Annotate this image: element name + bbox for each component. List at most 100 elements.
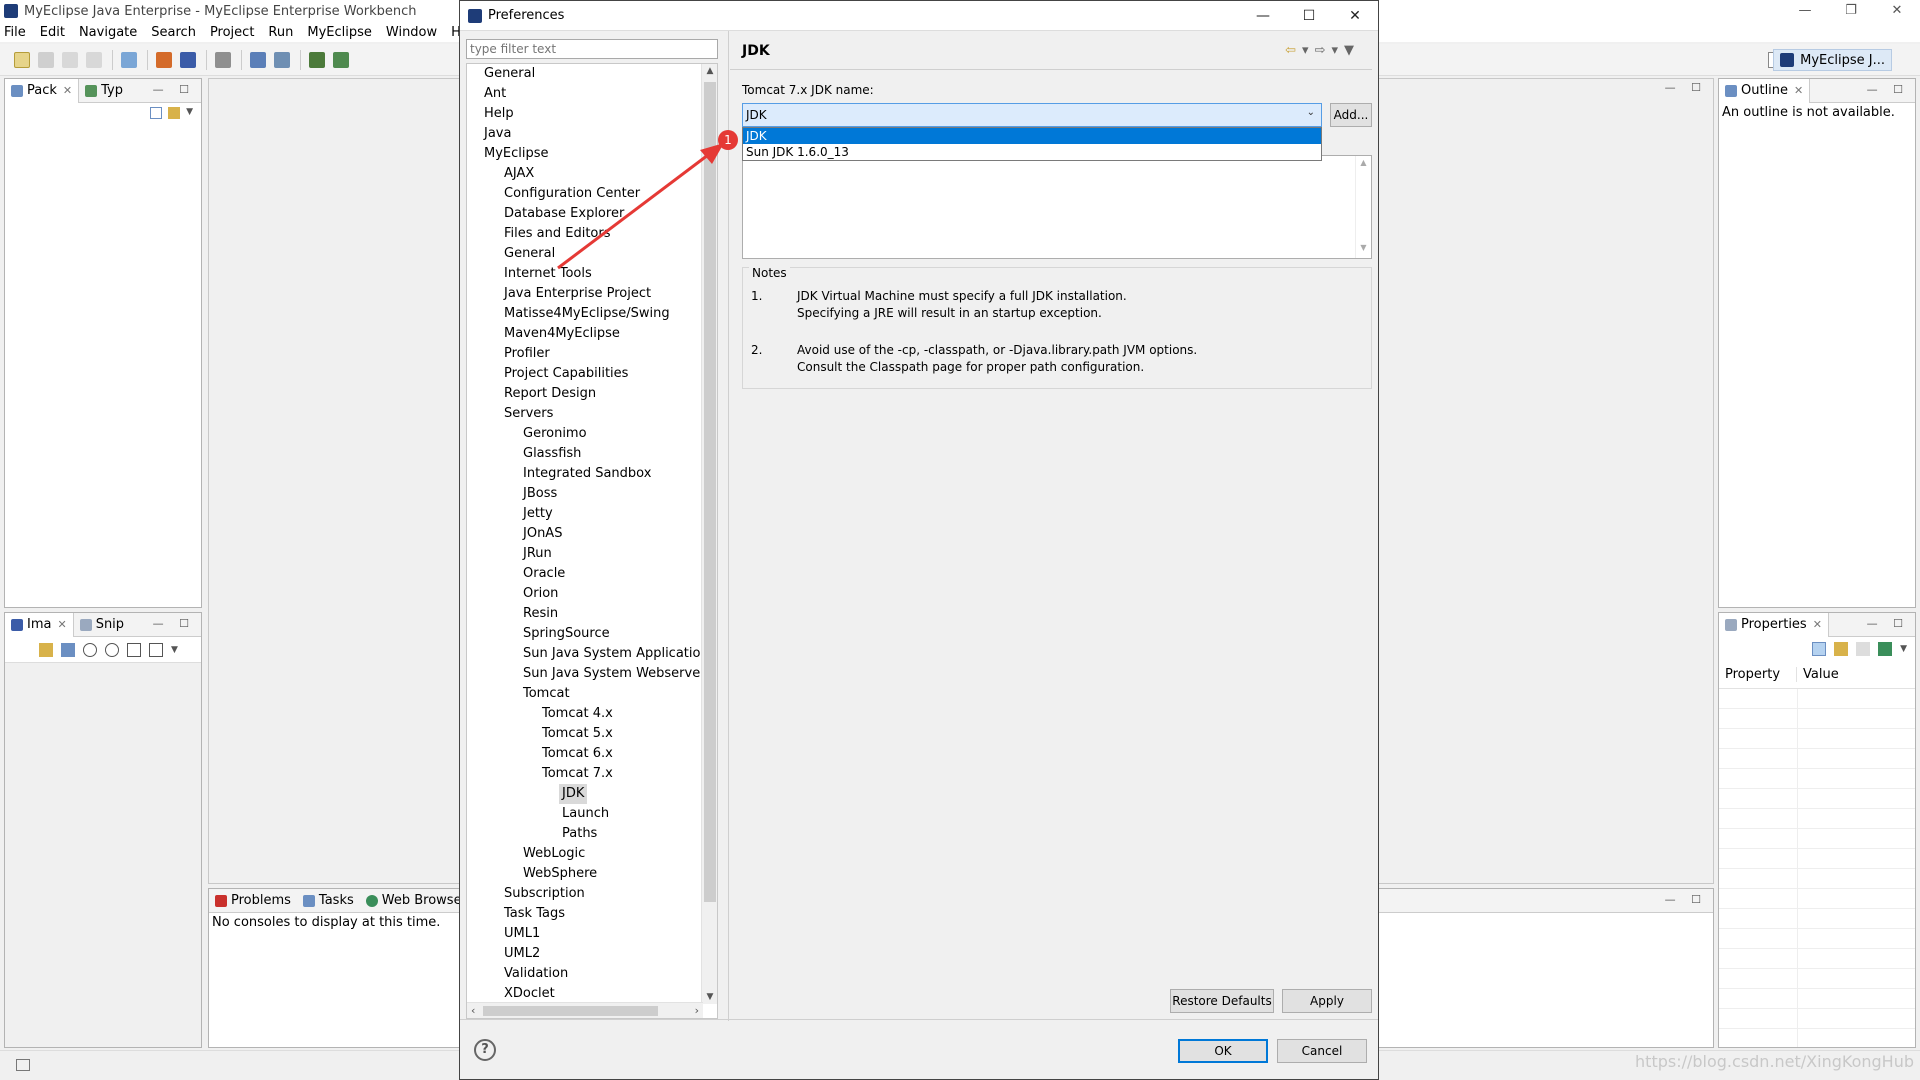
scroll-down-icon[interactable]: ▼ [702,992,717,1002]
tree-item[interactable]: Tomcat [520,684,573,704]
view-menu-icon[interactable]: ▼ [171,645,178,655]
back-arrow-icon[interactable]: ⇦ [1285,43,1302,58]
tree-item[interactable]: Tomcat 7.x [539,764,616,784]
cancel-button[interactable]: Cancel [1277,1039,1367,1063]
collapse-all-icon[interactable] [150,107,163,119]
close-icon[interactable]: ✕ [1332,1,1378,31]
tree-item[interactable]: Configuration Center [501,184,643,204]
menu-search[interactable]: Search [151,25,196,40]
tree-item[interactable]: Ant [481,84,509,104]
tree-item[interactable]: Sun Java System Application S [520,644,717,664]
new-wizard-icon[interactable] [121,51,137,68]
save-all-icon[interactable] [62,51,78,68]
scroll-right-icon[interactable]: › [695,1003,699,1018]
tree-item[interactable]: MyEclipse [481,144,552,164]
advanced-icon[interactable] [1856,642,1871,656]
print-icon[interactable] [86,51,102,68]
chevron-down-icon[interactable]: ▾ [1302,43,1315,58]
close-icon[interactable]: ✕ [1813,618,1822,631]
tree-item[interactable]: Internet Tools [501,264,595,284]
tab-problems[interactable]: Problems [209,889,297,913]
tree-item[interactable]: WebLogic [520,844,588,864]
dropdown-option-jdk[interactable]: JDK [743,128,1321,144]
close-icon[interactable]: ✕ [63,84,72,97]
tree-vertical-scrollbar[interactable]: ▲ ▼ [701,64,717,1004]
tree-item[interactable]: Tomcat 5.x [539,724,616,744]
zoom-out-icon[interactable] [83,642,97,657]
server-icon[interactable] [180,51,196,68]
view-menu-icon[interactable]: ▼ [1344,43,1360,58]
minimize-maximize-icons[interactable]: — ☐ [1665,81,1707,94]
categories-icon[interactable] [1812,642,1827,656]
tree-item[interactable]: Validation [501,964,571,984]
minimize-icon[interactable]: — [1240,1,1286,31]
scroll-thumb[interactable] [483,1006,658,1016]
fit-image-icon[interactable] [61,642,75,657]
new-icon[interactable] [14,51,30,68]
tree-item[interactable]: Oracle [520,564,568,584]
jvm-options-textarea[interactable]: ▲ ▼ [742,155,1372,259]
tree-item[interactable]: General [481,64,538,84]
view-menu-icon[interactable]: ▼ [186,107,193,119]
menu-run[interactable]: Run [268,25,293,40]
restore-defaults-button[interactable]: Restore Defaults [1170,989,1274,1013]
tab-properties[interactable]: Properties ✕ [1719,612,1829,637]
tree-item[interactable]: JBoss [520,484,560,504]
tree-item[interactable]: Subscription [501,884,588,904]
tree-item[interactable]: Project Capabilities [501,364,631,384]
scroll-left-icon[interactable]: ‹ [471,1003,475,1018]
tree-item[interactable]: WebSphere [520,864,600,884]
apply-button[interactable]: Apply [1282,989,1372,1013]
tree-item[interactable]: AJAX [501,164,537,184]
tree-item[interactable]: JDK [559,784,588,804]
restore-default-icon[interactable] [1878,642,1893,656]
tree-item[interactable]: Glassfish [520,444,584,464]
external-tools-icon[interactable] [274,51,290,68]
debug-icon[interactable] [215,51,231,68]
tree-item[interactable]: Jetty [520,504,556,524]
filter-input[interactable] [466,39,718,59]
fast-view-icon[interactable] [16,1059,30,1071]
restore-icon[interactable]: ❐ [1828,0,1874,22]
minimize-maximize-icons[interactable]: — ☐ [1867,83,1909,96]
chevron-down-icon[interactable]: ▾ [1331,43,1344,58]
tree-item[interactable]: Servers [501,404,556,424]
tree-item[interactable]: Report Design [501,384,599,404]
menu-project[interactable]: Project [210,25,254,40]
tree-item[interactable]: JOnAS [520,524,565,544]
tree-item[interactable]: Files and Editors [501,224,614,244]
tab-package-explorer[interactable]: Pack ✕ [5,78,80,103]
tree-item[interactable]: SpringSource [520,624,613,644]
minimize-maximize-icons[interactable]: — ☐ [1867,617,1909,630]
close-icon[interactable]: ✕ [1874,0,1920,22]
dialog-sash[interactable] [728,31,729,1021]
tree-item[interactable]: Geronimo [520,424,590,444]
tab-snippets[interactable]: Snip [74,613,130,637]
search-icon[interactable] [333,51,349,68]
menu-window[interactable]: Window [386,25,437,40]
zoom-in-icon[interactable] [105,642,119,657]
refresh-icon[interactable] [39,642,53,657]
tree-item[interactable]: Tomcat 4.x [539,704,616,724]
tree-item[interactable]: Maven4MyEclipse [501,324,623,344]
minimize-icon[interactable]: — [1782,0,1828,22]
tree-item[interactable]: Resin [520,604,561,624]
jdk-name-combo[interactable]: JDK ⌄ [742,103,1322,127]
minimize-maximize-icons[interactable]: — ☐ [153,617,195,630]
minimize-maximize-icons[interactable]: — ☐ [153,83,195,96]
menu-edit[interactable]: Edit [40,25,65,40]
tab-image-preview[interactable]: Ima ✕ [5,612,74,637]
tree-item[interactable]: Tomcat 6.x [539,744,616,764]
scroll-up-icon[interactable]: ▲ [702,66,717,76]
ok-button[interactable]: OK [1178,1039,1268,1063]
maximize-icon[interactable]: ☐ [1286,1,1332,31]
help-icon[interactable]: ? [474,1039,496,1061]
scroll-thumb[interactable] [704,82,716,902]
tree-horizontal-scrollbar[interactable]: ‹ › [467,1002,703,1018]
tree-item[interactable]: General [501,244,558,264]
tree-item[interactable]: Database Explorer [501,204,627,224]
tree-item[interactable]: Integrated Sandbox [520,464,654,484]
tree-item[interactable]: Java Enterprise Project [501,284,654,304]
link-editor-icon[interactable] [168,107,181,119]
tab-type-hierarchy[interactable]: Typ [79,79,129,103]
